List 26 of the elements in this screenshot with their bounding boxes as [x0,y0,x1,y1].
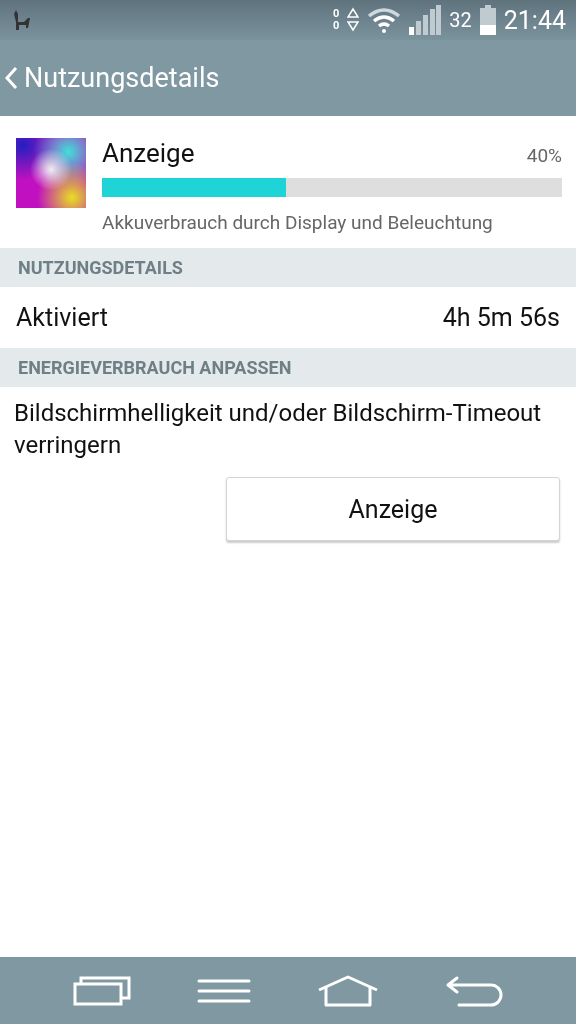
back-nav-button[interactable] [445,974,503,1007]
row-value: 4h 5m 56s [442,303,560,332]
wifi-icon [367,7,402,33]
home-button[interactable] [317,974,379,1007]
battery-percent: 32 [449,8,472,32]
section-header: ENERGIEVERBRAUCH ANPASSEN [0,348,576,387]
recent-apps-button[interactable] [73,975,131,1006]
chevron-left-icon [4,66,18,90]
row-label: Aktiviert [16,303,108,332]
item-name: Anzeige [102,138,195,168]
section-header: NUTZUNGSDETAILS [0,248,576,287]
menu-icon [197,977,251,1004]
upload-count: 0 [332,8,340,20]
recent-apps-icon [73,975,131,1006]
signal-icon [409,5,442,35]
data-arrows-icon [347,7,360,33]
home-icon [317,974,379,1007]
clock: 21:44 [503,5,566,35]
usage-percent: 40% [526,144,562,167]
hint-text: Bildschirmhelligkeit und/oder Bildschirm-Timeout verringern [13,398,543,461]
item-description: Akkuverbrauch durch Display und Beleuchtung [102,210,494,236]
download-count: 0 [332,20,340,32]
menu-button[interactable] [197,977,251,1004]
display-button[interactable]: Anzeige [226,477,560,541]
back-arrow-icon [445,974,503,1007]
battery-icon [479,5,496,35]
